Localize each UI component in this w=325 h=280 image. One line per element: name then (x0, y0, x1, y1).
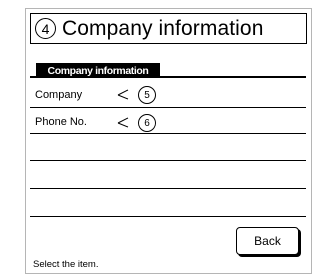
company-field-label[interactable]: Company (35, 89, 82, 101)
callout-5: 5 (116, 86, 156, 104)
callout-6: 6 (116, 114, 156, 132)
back-button[interactable]: Back (236, 227, 299, 255)
tab-underline (30, 76, 306, 78)
callout-number: 6 (138, 114, 156, 132)
status-message: Select the item. (33, 259, 99, 270)
row-divider (30, 188, 306, 189)
phone-field-label[interactable]: Phone No. (35, 116, 87, 128)
row-divider (30, 107, 306, 108)
page-title: Company information (62, 16, 264, 40)
step-number-badge: 4 (35, 18, 56, 39)
callout-number: 5 (138, 86, 156, 104)
row-divider (30, 160, 306, 161)
row-divider (30, 216, 306, 217)
company-info-screen: 4 Company information Company informatio… (25, 8, 312, 274)
row-divider (30, 133, 306, 134)
title-bar: 4 Company information (30, 13, 307, 44)
